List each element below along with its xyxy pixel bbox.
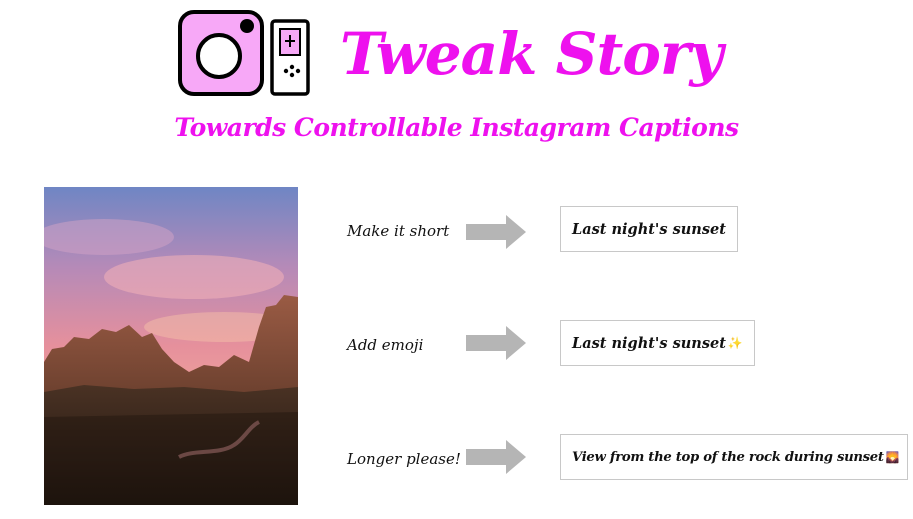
right-arrow-icon xyxy=(466,326,526,360)
game-controller-icon xyxy=(270,19,310,96)
caption-box: Last night's sunset ✨ xyxy=(560,320,755,366)
caption-box: View from the top of the rock during sun… xyxy=(560,434,909,480)
sparkles-emoji: ✨ xyxy=(727,336,743,350)
right-arrow-icon xyxy=(466,440,526,474)
app-title: Tweak Story xyxy=(340,20,723,88)
instruction-text: Add emoji xyxy=(347,336,424,354)
app-subtitle: Towards Controllable Instagram Captions xyxy=(174,113,739,142)
caption-text: Last night's sunset xyxy=(572,334,726,352)
caption-box: Last night's sunset xyxy=(560,206,738,252)
sunset-photo xyxy=(44,187,298,505)
right-arrow-icon xyxy=(466,215,526,249)
instruction-text: Longer please! xyxy=(347,450,461,468)
instruction-text: Make it short xyxy=(347,222,450,240)
app-logo xyxy=(178,10,310,96)
caption-text: View from the top of the rock during sun… xyxy=(572,449,884,465)
sunrise-over-mountains-emoji: 🌄 xyxy=(885,450,900,464)
caption-text: Last night's sunset xyxy=(572,220,726,238)
camera-icon xyxy=(178,10,264,96)
